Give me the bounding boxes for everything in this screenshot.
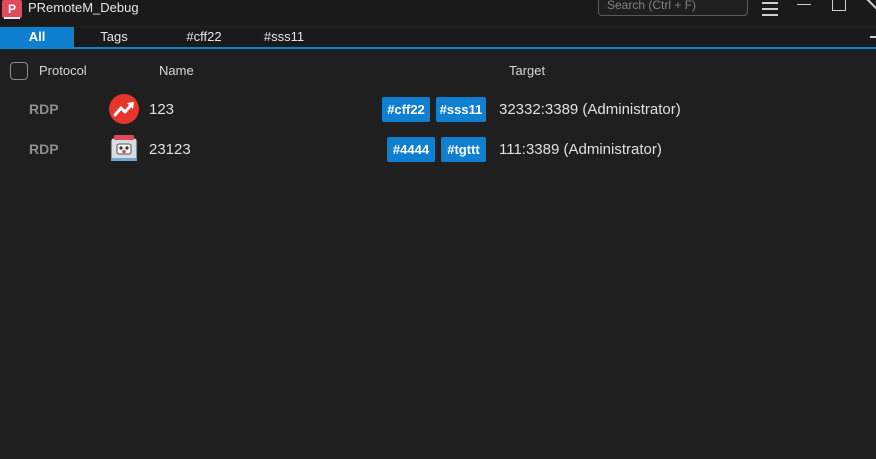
tab-all[interactable]: All [0, 27, 74, 47]
tab-sss11[interactable]: #sss11 [256, 27, 312, 47]
tag-tab-bar: All Tags #cff22 #sss11 [0, 27, 876, 49]
tag-badge[interactable]: #4444 [387, 137, 435, 162]
tag-badge[interactable]: #cff22 [382, 97, 430, 122]
table-row[interactable]: RDP 123 #cff22 #sss11 32332:3389 (Admini… [0, 89, 876, 129]
protocol-label: RDP [29, 141, 59, 157]
select-all-checkbox[interactable] [10, 62, 28, 80]
target-address: 32332:3389 (Administrator) [499, 101, 681, 118]
close-icon[interactable] [862, 0, 876, 18]
collapse-icon[interactable] [870, 36, 876, 38]
tag-badge[interactable]: #sss11 [436, 97, 486, 122]
robot-icon [109, 134, 139, 164]
tab-cff22[interactable]: #cff22 [178, 27, 230, 47]
maximize-icon[interactable] [828, 0, 852, 18]
table-row[interactable]: RDP 23123 #4444 #tgttt 111:3389 (Adminis… [0, 129, 876, 169]
table-header: Protocol Name Target [0, 56, 876, 84]
title-bar: P PRemoteM_Debug [0, 0, 876, 26]
header-name[interactable]: Name [159, 63, 194, 78]
tab-tags[interactable]: Tags [86, 27, 142, 47]
server-name: 23123 [149, 141, 191, 158]
protocol-label: RDP [29, 101, 59, 117]
window-title: PRemoteM_Debug [28, 0, 139, 15]
menu-icon[interactable] [758, 0, 782, 18]
header-protocol[interactable]: Protocol [39, 63, 87, 78]
target-address: 111:3389 (Administrator) [499, 141, 662, 158]
header-target[interactable]: Target [509, 63, 545, 78]
minimize-icon[interactable] [793, 0, 817, 18]
trending-up-icon [109, 94, 139, 124]
search-box[interactable] [598, 0, 748, 16]
server-name: 123 [149, 101, 175, 118]
app-logo-icon: P [2, 0, 22, 19]
tag-badge[interactable]: #tgttt [441, 137, 486, 162]
search-input[interactable] [599, 0, 747, 15]
